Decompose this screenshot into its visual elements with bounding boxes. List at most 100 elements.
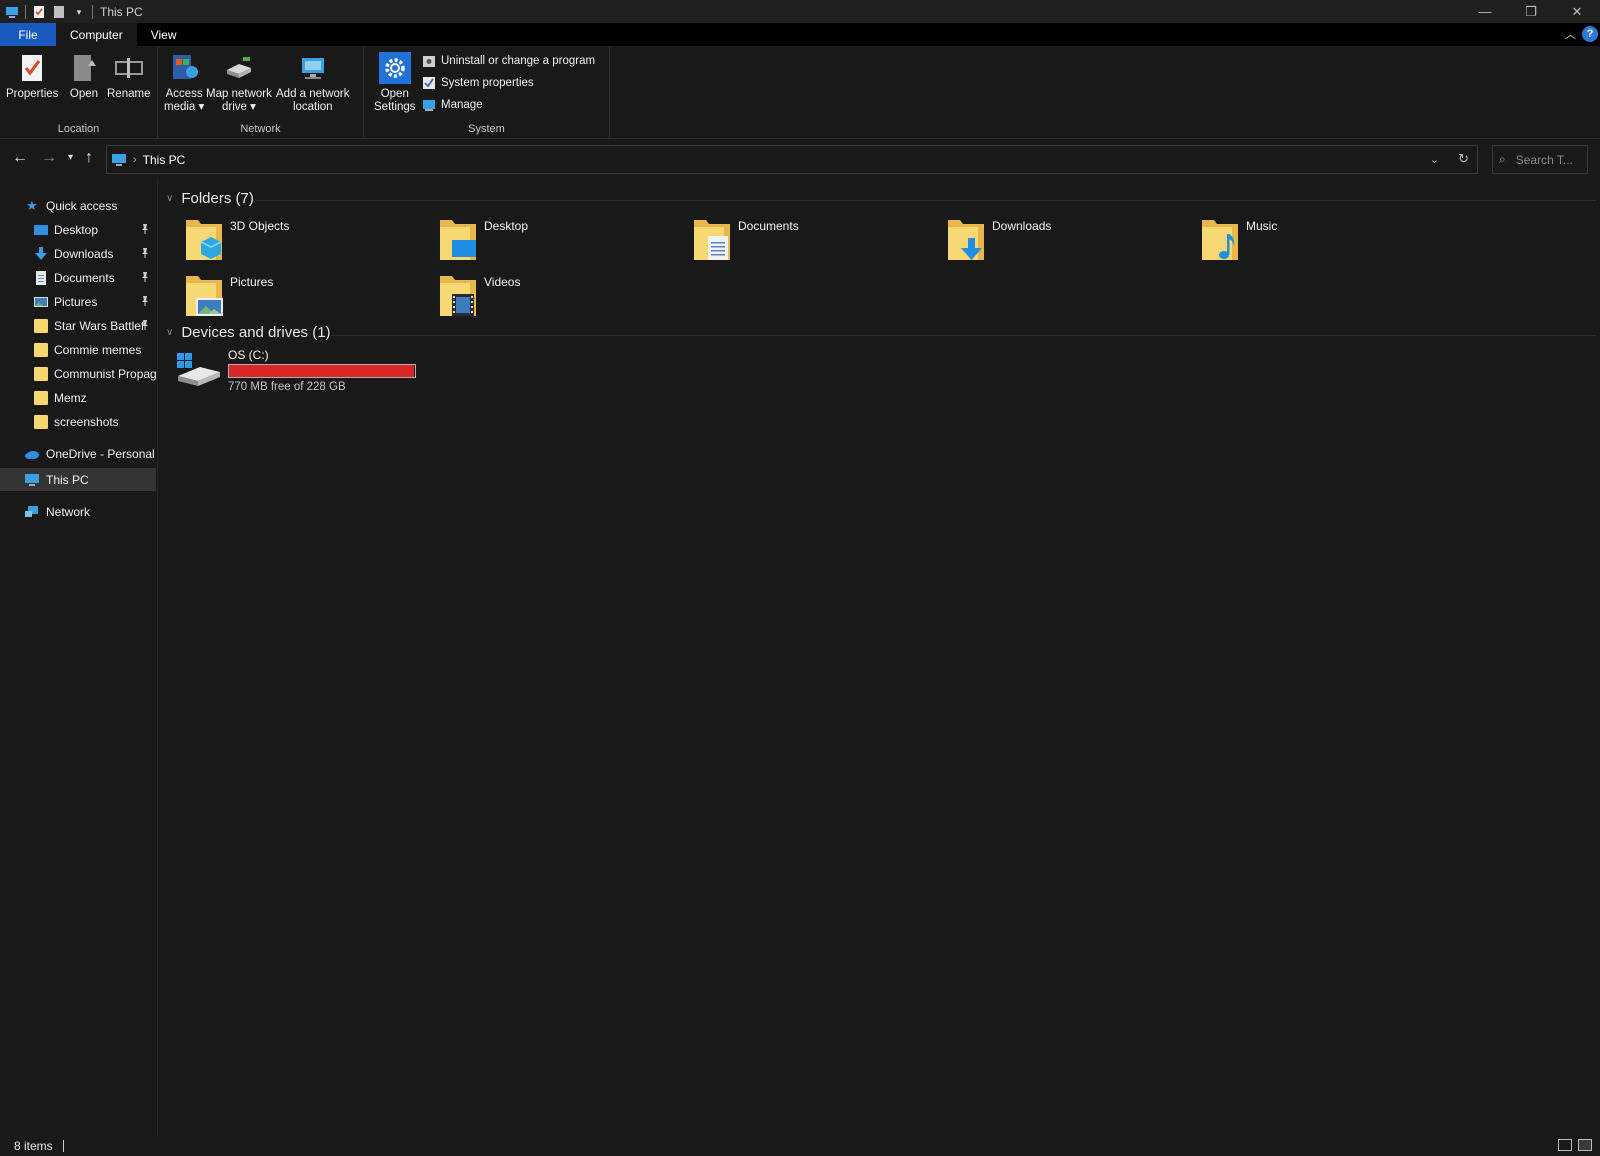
sidebar-item-screenshots[interactable]: screenshots — [0, 410, 156, 433]
folder-desktop[interactable]: Desktop — [438, 216, 678, 266]
sidebar-item-documents[interactable]: Documents — [0, 266, 156, 289]
sidebar-item-communist-propag[interactable]: Communist Propag — [0, 362, 156, 385]
folder-music[interactable]: Music — [1200, 216, 1440, 266]
tab-file[interactable]: File — [0, 23, 56, 46]
drive-os-c[interactable]: OS (C:) 770 MB free of 228 GB — [176, 348, 416, 393]
chevron-down-icon[interactable]: ∨ — [166, 327, 173, 338]
pin-icon[interactable] — [140, 271, 150, 283]
navigation-bar: ← → ▾ ↑ › This PC ⌄ ↻ ⌕ Search T... — [0, 140, 1600, 178]
computer-icon — [25, 473, 39, 486]
folder-videos[interactable]: Videos — [438, 272, 678, 322]
address-bar[interactable]: › This PC ⌄ ↻ — [106, 145, 1478, 174]
folder-icon — [34, 318, 48, 333]
folder-pictures[interactable]: Pictures — [184, 272, 424, 322]
folder-documents[interactable]: Documents — [692, 216, 932, 266]
sidebar-item-network[interactable]: Network — [0, 500, 156, 523]
rename-button[interactable]: Rename — [107, 52, 150, 101]
folder-3d-objects[interactable]: 3D Objects — [184, 216, 424, 266]
sidebar-item-label: Quick access — [46, 198, 118, 213]
pictures-folder-icon — [186, 276, 223, 316]
map-network-drive-button[interactable]: Map network drive ▾ — [206, 52, 272, 114]
close-button[interactable]: ✕ — [1554, 0, 1600, 23]
sidebar-item-onedrive[interactable]: OneDrive - Personal — [0, 442, 156, 465]
folder-name: 3D Objects — [230, 219, 290, 233]
sidebar-item-pictures[interactable]: Pictures — [0, 290, 156, 313]
network-location-icon — [301, 58, 324, 79]
properties-icon — [22, 55, 43, 81]
new-folder-icon[interactable] — [52, 5, 66, 19]
manage-label: Manage — [441, 99, 483, 111]
details-view-icon[interactable] — [1558, 1139, 1572, 1151]
status-bar: 8 items — [0, 1136, 1600, 1156]
sidebar-item-star-wars[interactable]: Star Wars Battlef — [0, 314, 156, 337]
chevron-down-icon[interactable]: ∨ — [166, 193, 173, 204]
open-icon — [74, 55, 96, 81]
sidebar-item-label: Commie memes — [54, 342, 142, 357]
pin-icon[interactable] — [140, 295, 150, 307]
arrow-up-icon[interactable]: ↑ — [85, 149, 93, 167]
pin-icon[interactable] — [140, 223, 150, 235]
sidebar-item-memz[interactable]: Memz — [0, 386, 156, 409]
system-properties-button[interactable]: System properties — [422, 76, 534, 90]
properties-button[interactable]: Properties — [6, 52, 58, 101]
pin-icon[interactable] — [140, 247, 150, 259]
properties-icon[interactable] — [32, 5, 46, 19]
star-icon: ★ — [26, 197, 38, 213]
download-arrow-icon — [35, 246, 47, 260]
divider — [256, 200, 1596, 201]
network-icon — [25, 505, 38, 517]
map-drive-label-1: Map network — [206, 88, 272, 100]
group-label-network: Network — [240, 123, 281, 135]
sidebar-item-desktop[interactable]: Desktop — [0, 218, 156, 241]
folder-icon — [34, 342, 48, 357]
customize-qat-icon[interactable]: ▾ — [72, 5, 86, 19]
window-controls: — ❐ ✕ — [1462, 0, 1600, 23]
tab-computer[interactable]: Computer — [56, 23, 137, 46]
tab-view[interactable]: View — [137, 23, 191, 46]
devices-group-header[interactable]: ∨ Devices and drives (1) — [166, 324, 331, 341]
sidebar-item-commie-memes[interactable]: Commie memes — [0, 338, 156, 361]
sidebar-item-this-pc[interactable]: This PC — [0, 468, 156, 491]
breadcrumb-this-pc[interactable]: This PC — [143, 153, 186, 167]
drive-usage-fill — [229, 365, 415, 377]
computer-icon[interactable] — [5, 5, 19, 19]
recent-locations-icon[interactable]: ▾ — [68, 152, 73, 163]
arrow-left-icon[interactable]: ← — [12, 149, 28, 167]
refresh-icon[interactable]: ↻ — [1458, 151, 1469, 167]
arrow-right-icon[interactable]: → — [41, 149, 57, 167]
folders-group-header[interactable]: ∨ Folders (7) — [166, 190, 254, 207]
open-settings-button[interactable]: Open Settings — [374, 52, 416, 114]
manage-button[interactable]: Manage — [422, 98, 483, 112]
properties-label: Properties — [6, 88, 59, 100]
documents-folder-icon — [694, 220, 730, 260]
uninstall-program-button[interactable]: Uninstall or change a program — [422, 54, 595, 68]
search-input[interactable]: ⌕ Search T... — [1492, 145, 1588, 174]
pin-icon[interactable] — [140, 319, 150, 331]
uninstall-icon — [423, 56, 435, 67]
sidebar-item-downloads[interactable]: Downloads — [0, 242, 156, 265]
open-button[interactable]: Open — [68, 52, 100, 101]
open-label: Open — [69, 88, 99, 100]
computer-icon — [112, 153, 126, 166]
divider — [332, 335, 1596, 336]
open-settings-label-1: Open — [380, 88, 409, 100]
large-icons-view-icon[interactable] — [1578, 1139, 1592, 1151]
sidebar-item-quick-access[interactable]: ★ Quick access — [0, 194, 156, 217]
minimize-ribbon-icon[interactable]: ︿ — [1565, 26, 1576, 42]
folder-downloads[interactable]: Downloads — [946, 216, 1186, 266]
access-media-label-2: media ▾ — [164, 101, 205, 113]
breadcrumb-separator-icon[interactable]: › — [133, 154, 137, 166]
minimize-button[interactable]: — — [1462, 0, 1508, 23]
access-media-button[interactable]: Access media ▾ — [164, 52, 204, 114]
3d-objects-folder-icon — [186, 220, 222, 260]
ribbon-controls: ︿ ? — [1565, 26, 1598, 42]
window-title: This PC — [100, 4, 143, 19]
search-placeholder: Search T... — [1515, 152, 1573, 167]
folder-name: Music — [1246, 219, 1278, 233]
item-count: 8 items — [14, 1139, 53, 1153]
add-network-location-button[interactable]: Add a network location — [276, 52, 350, 114]
chevron-down-icon[interactable]: ⌄ — [1430, 153, 1439, 166]
folder-name: Pictures — [230, 275, 274, 289]
restore-button[interactable]: ❐ — [1508, 0, 1554, 23]
help-icon[interactable]: ? — [1582, 26, 1598, 42]
